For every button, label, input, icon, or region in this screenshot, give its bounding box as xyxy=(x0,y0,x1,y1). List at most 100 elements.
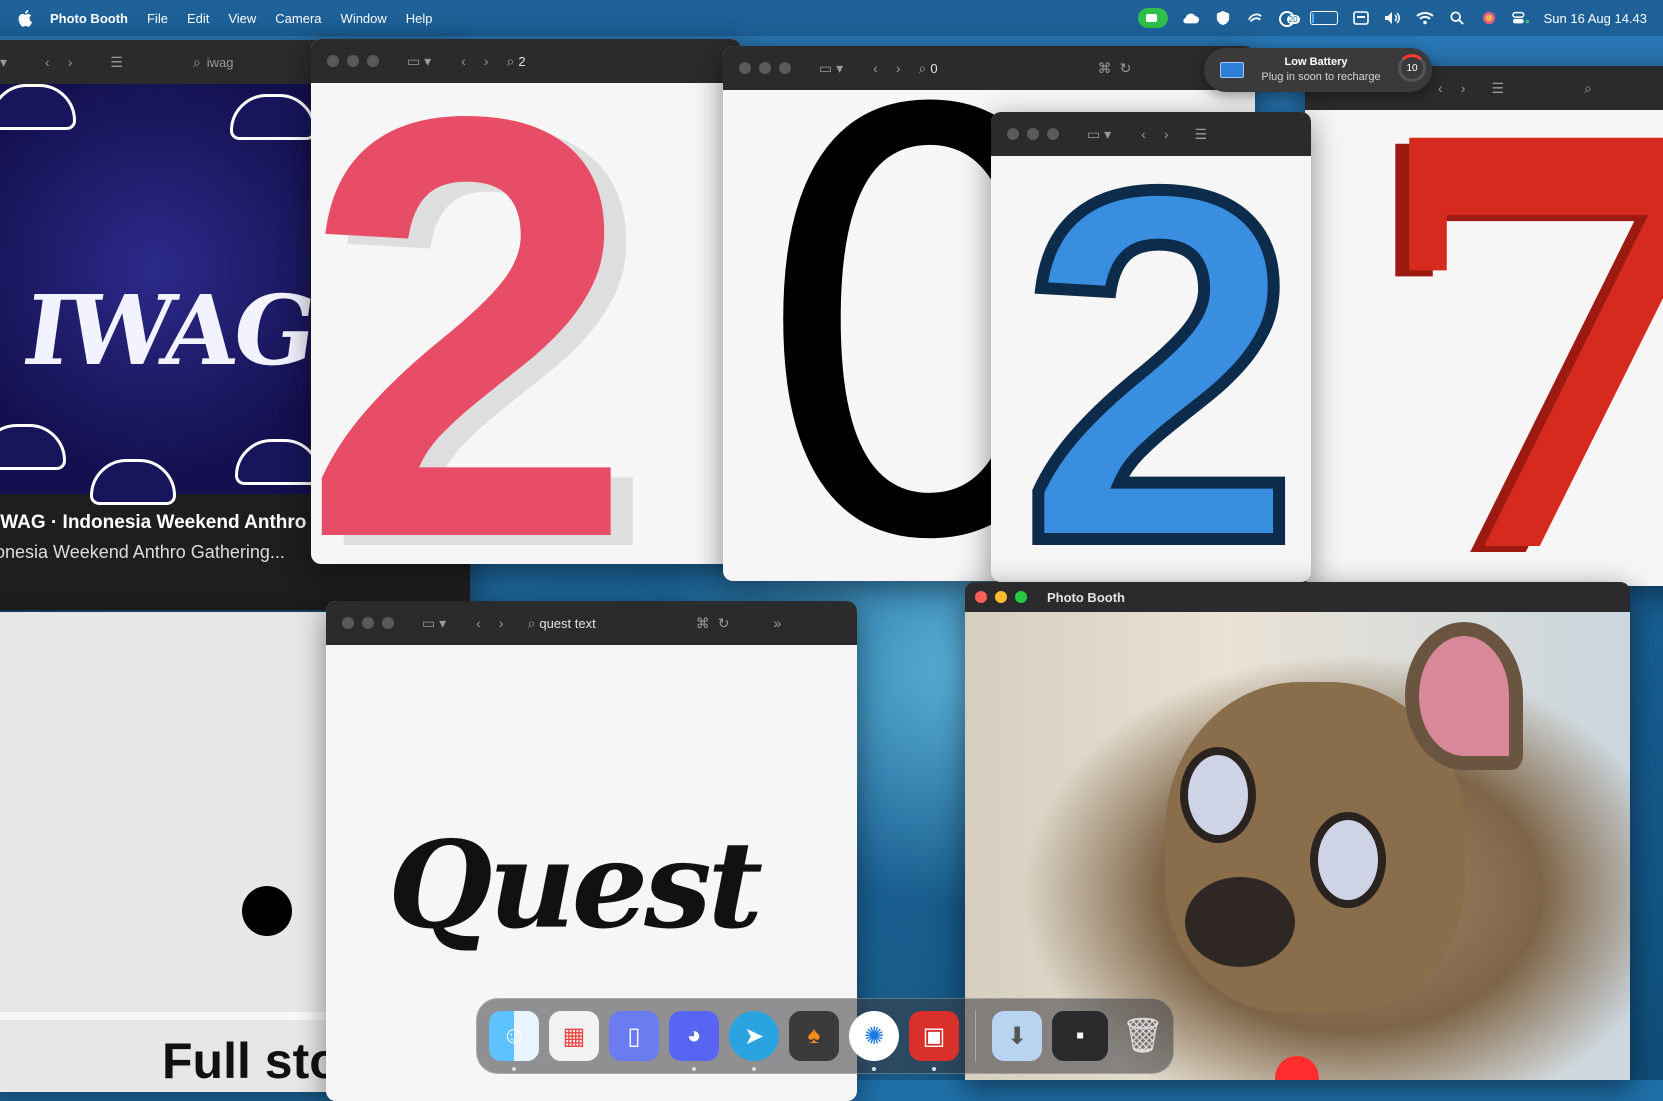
cloud-ornament xyxy=(0,84,76,130)
forward-icon[interactable]: › xyxy=(896,60,901,76)
menu-edit[interactable]: Edit xyxy=(187,11,209,26)
address-bar[interactable]: iwag xyxy=(207,55,234,70)
low-battery-notification[interactable]: Low Battery Plug in soon to recharge 10 xyxy=(1204,48,1432,92)
cloud-icon[interactable] xyxy=(1182,11,1200,25)
tab-overview-icon[interactable]: ☰ xyxy=(110,54,123,71)
apple-menu-icon[interactable] xyxy=(18,9,34,27)
iwag-logo-image[interactable]: IWAG xyxy=(0,84,321,505)
forward-icon[interactable]: › xyxy=(499,615,504,631)
digit-2-blue-image: 2 xyxy=(1015,156,1305,582)
trash-icon[interactable]: 🗑 xyxy=(1118,1011,1168,1061)
discord-icon[interactable]: ◕ xyxy=(669,1011,719,1071)
window-minimize-button[interactable] xyxy=(1027,128,1039,140)
reload-icon[interactable]: ↻ xyxy=(1120,60,1132,77)
page-content: 7 xyxy=(1305,110,1663,586)
back-icon[interactable]: ‹ xyxy=(476,615,481,631)
volume-icon[interactable] xyxy=(1384,11,1402,25)
dock-separator xyxy=(975,1010,976,1062)
digit-2-image: 2 xyxy=(311,83,635,564)
notification-body: Plug in soon to recharge xyxy=(1261,71,1381,83)
window-minimize-button[interactable] xyxy=(759,62,771,74)
address-bar[interactable]: quest text xyxy=(539,616,595,631)
control-center-icon[interactable] xyxy=(1511,11,1530,25)
safari-window-partial-left[interactable]: Full sto xyxy=(0,612,340,1092)
menu-view[interactable]: View xyxy=(228,11,256,26)
window-zoom-button[interactable] xyxy=(367,55,379,67)
forward-icon[interactable]: › xyxy=(1164,126,1169,142)
window-zoom-button[interactable] xyxy=(1047,128,1059,140)
sidebar-toggle-icon[interactable]: ▾ xyxy=(0,54,7,71)
shield-icon[interactable] xyxy=(1214,11,1232,25)
menu-file[interactable]: File xyxy=(147,11,168,26)
menu-bar-clock[interactable]: Sun 16 Aug 14.43 xyxy=(1544,11,1647,26)
digit-7-image: 7 xyxy=(1365,110,1663,586)
window-zoom-button[interactable] xyxy=(779,62,791,74)
forward-icon[interactable]: › xyxy=(484,53,489,69)
photo-booth-title: Photo Booth xyxy=(1047,589,1125,605)
reload-icon[interactable]: ↻ xyxy=(718,615,730,632)
window-close-button[interactable] xyxy=(327,55,339,67)
translate-icon[interactable]: ⌘ xyxy=(696,615,710,632)
finder-icon[interactable]: ☺ xyxy=(489,1011,539,1071)
battery-icon[interactable] xyxy=(1309,11,1338,25)
window-zoom-button[interactable] xyxy=(382,617,394,629)
tab-overview-icon[interactable]: ☰ xyxy=(1491,80,1504,97)
back-icon[interactable]: ‹ xyxy=(1141,126,1146,142)
forward-icon[interactable]: › xyxy=(1461,80,1466,96)
back-icon[interactable]: ‹ xyxy=(873,60,878,76)
cloud-ornament xyxy=(235,439,321,485)
menu-window[interactable]: Window xyxy=(341,11,387,26)
notification-badge-icon[interactable]: 20 xyxy=(1278,11,1300,27)
window-close-button[interactable] xyxy=(342,617,354,629)
downloads-folder-icon[interactable]: ⬇ xyxy=(992,1011,1042,1061)
spotlight-search-icon[interactable] xyxy=(1448,11,1466,25)
sidebar-toggle-icon[interactable]: ▭ ▾ xyxy=(407,53,431,70)
sidebar-toggle-icon[interactable]: ▭ ▾ xyxy=(819,60,843,77)
launchpad-icon[interactable]: ▦ xyxy=(549,1011,599,1061)
window-toolbar: ▭ ▾ ‹ › ☰ xyxy=(991,112,1311,156)
safari-window-digit-7[interactable]: ▾ ‹ › ☰ ⌕ 7 xyxy=(1305,66,1663,586)
window-close-button[interactable] xyxy=(739,62,751,74)
page-content: 2 xyxy=(311,83,741,564)
search-result-subtitle: onesia Weekend Anthro Gathering... xyxy=(0,542,285,562)
back-icon[interactable]: ‹ xyxy=(1438,80,1443,96)
sidebar-toggle-icon[interactable]: ▭ ▾ xyxy=(422,615,446,632)
window-zoom-button[interactable] xyxy=(1015,591,1027,603)
safari-window-digit-2-blue[interactable]: ▭ ▾ ‹ › ☰ 2 xyxy=(991,112,1311,582)
siri-icon[interactable] xyxy=(1480,11,1498,25)
menu-camera[interactable]: Camera xyxy=(275,11,321,26)
back-icon[interactable]: ‹ xyxy=(461,53,466,69)
tab-overview-icon[interactable]: ☰ xyxy=(1195,126,1208,143)
fl-studio-icon[interactable]: ♠ xyxy=(789,1011,839,1061)
window-close-button[interactable] xyxy=(1007,128,1019,140)
minimized-window-thumbnail[interactable]: ▪ xyxy=(1052,1011,1108,1061)
menu-app-name[interactable]: Photo Booth xyxy=(50,11,128,26)
cloud-ornament xyxy=(90,459,176,505)
hand-icon[interactable] xyxy=(1246,11,1264,25)
quest-logo: Quest xyxy=(388,815,763,956)
photo-booth-icon[interactable]: ▣ xyxy=(909,1011,959,1071)
window-minimize-button[interactable] xyxy=(347,55,359,67)
sidebar-toggle-icon[interactable]: ▭ ▾ xyxy=(1087,126,1111,143)
window-minimize-button[interactable] xyxy=(362,617,374,629)
window-minimize-button[interactable] xyxy=(995,591,1007,603)
forward-icon[interactable]: › xyxy=(68,54,73,70)
fursuit-eye xyxy=(1310,812,1386,908)
telegram-icon[interactable]: ➤ xyxy=(729,1011,779,1071)
more-tabs-icon[interactable]: » xyxy=(773,615,781,631)
page-content: 2 xyxy=(991,156,1311,582)
wifi-icon[interactable] xyxy=(1415,11,1434,25)
translate-icon[interactable]: ⌘ xyxy=(1098,60,1112,77)
address-bar[interactable]: 0 xyxy=(930,61,937,76)
keyboard-icon[interactable] xyxy=(1352,11,1370,25)
simulator-icon[interactable]: ▯ xyxy=(609,1011,659,1061)
safari-icon[interactable]: ✺ xyxy=(849,1011,899,1071)
cloud-ornament xyxy=(230,94,316,140)
camera-in-use-icon[interactable] xyxy=(1137,8,1168,28)
address-bar[interactable]: 2 xyxy=(518,54,525,69)
search-result-title[interactable]: IWAG · Indonesia Weekend Anthro xyxy=(0,512,306,534)
menu-help[interactable]: Help xyxy=(406,11,433,26)
safari-window-digit-2-red[interactable]: ▭ ▾ ‹ › ⌕ 2 2 xyxy=(311,39,741,564)
back-icon[interactable]: ‹ xyxy=(45,54,50,70)
window-close-button[interactable] xyxy=(975,591,987,603)
